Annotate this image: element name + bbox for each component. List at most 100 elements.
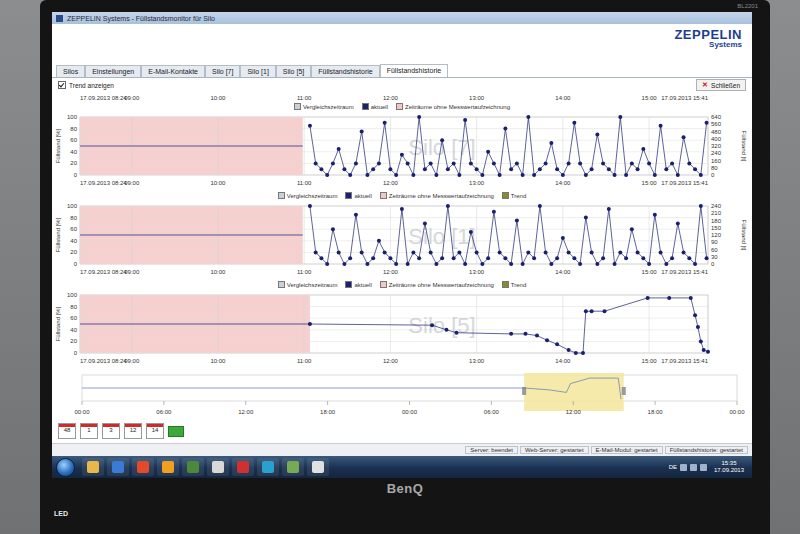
tab[interactable]: Silo [1] <box>240 65 275 77</box>
data-point[interactable] <box>446 204 450 208</box>
data-point[interactable] <box>659 250 663 254</box>
data-point[interactable] <box>561 236 565 240</box>
data-point[interactable] <box>538 204 542 208</box>
data-point[interactable] <box>446 167 450 171</box>
data-point[interactable] <box>509 167 513 171</box>
data-point[interactable] <box>584 216 588 220</box>
range-button[interactable]: 1 <box>80 423 98 439</box>
data-point[interactable] <box>545 338 549 342</box>
data-point[interactable] <box>348 173 352 177</box>
data-point[interactable] <box>457 250 461 254</box>
data-point[interactable] <box>411 173 415 177</box>
data-point[interactable] <box>670 256 674 260</box>
data-point[interactable] <box>515 161 519 165</box>
data-point[interactable] <box>331 161 335 165</box>
data-point[interactable] <box>430 323 434 327</box>
data-point[interactable] <box>469 161 473 165</box>
data-point[interactable] <box>503 127 507 131</box>
data-point[interactable] <box>526 250 530 254</box>
data-point[interactable] <box>388 167 392 171</box>
tray-icon[interactable] <box>690 464 697 471</box>
data-point[interactable] <box>354 161 358 165</box>
data-point[interactable] <box>463 262 467 266</box>
data-point[interactable] <box>618 250 622 254</box>
data-point[interactable] <box>371 167 375 171</box>
data-point[interactable] <box>492 161 496 165</box>
data-point[interactable] <box>440 138 444 142</box>
data-point[interactable] <box>498 250 502 254</box>
data-point[interactable] <box>314 161 318 165</box>
data-point[interactable] <box>342 262 346 266</box>
data-point[interactable] <box>434 262 438 266</box>
data-point[interactable] <box>590 250 594 254</box>
tab[interactable]: Silo [5] <box>276 65 311 77</box>
data-point[interactable] <box>705 256 709 260</box>
data-point[interactable] <box>400 153 404 157</box>
data-point[interactable] <box>383 250 387 254</box>
data-point[interactable] <box>423 167 427 171</box>
data-point[interactable] <box>693 262 697 266</box>
chart-plot[interactable]: Silo [5]020406080100Füllstand [%]17.09.2… <box>52 289 752 369</box>
taskbar-app-icon[interactable] <box>132 458 154 476</box>
data-point[interactable] <box>475 167 479 171</box>
data-point[interactable] <box>705 121 709 125</box>
trend-checkbox[interactable]: Trend anzeigen <box>58 81 114 89</box>
data-point[interactable] <box>590 167 594 171</box>
data-point[interactable] <box>475 250 479 254</box>
close-button[interactable]: ✕Schließen <box>696 79 746 91</box>
data-point[interactable] <box>653 213 657 217</box>
data-point[interactable] <box>457 173 461 177</box>
data-point[interactable] <box>314 250 318 254</box>
data-point[interactable] <box>429 250 433 254</box>
tab[interactable]: Füllstandshistorie <box>311 65 379 77</box>
data-point[interactable] <box>572 256 576 260</box>
start-button-icon[interactable] <box>56 458 75 477</box>
data-point[interactable] <box>687 161 691 165</box>
data-point[interactable] <box>630 227 634 231</box>
tray-icon[interactable] <box>680 464 687 471</box>
data-point[interactable] <box>693 313 697 317</box>
data-point[interactable] <box>406 161 410 165</box>
data-point[interactable] <box>521 262 525 266</box>
data-point[interactable] <box>659 124 663 128</box>
data-point[interactable] <box>624 173 628 177</box>
taskbar-app-icon[interactable] <box>307 458 329 476</box>
taskbar-app-icon[interactable] <box>157 458 179 476</box>
data-point[interactable] <box>682 250 686 254</box>
data-point[interactable] <box>354 213 358 217</box>
data-point[interactable] <box>463 118 467 122</box>
data-point[interactable] <box>523 332 527 336</box>
data-point[interactable] <box>486 150 490 154</box>
tab[interactable]: Einstellungen <box>85 65 141 77</box>
data-point[interactable] <box>618 115 622 119</box>
data-point[interactable] <box>696 325 700 329</box>
data-point[interactable] <box>319 256 323 260</box>
data-point[interactable] <box>337 250 341 254</box>
data-point[interactable] <box>636 250 640 254</box>
data-point[interactable] <box>429 161 433 165</box>
data-point[interactable] <box>544 250 548 254</box>
data-point[interactable] <box>581 351 585 355</box>
data-point[interactable] <box>434 173 438 177</box>
data-point[interactable] <box>549 141 553 145</box>
data-point[interactable] <box>549 262 553 266</box>
data-point[interactable] <box>699 173 703 177</box>
data-point[interactable] <box>388 256 392 260</box>
data-point[interactable] <box>325 262 329 266</box>
data-point[interactable] <box>667 296 671 300</box>
data-point[interactable] <box>646 296 650 300</box>
data-point[interactable] <box>469 230 473 234</box>
data-point[interactable] <box>526 115 530 119</box>
data-point[interactable] <box>452 256 456 260</box>
data-point[interactable] <box>308 124 312 128</box>
data-point[interactable] <box>699 339 703 343</box>
data-point[interactable] <box>574 351 578 355</box>
range-button[interactable]: 12 <box>124 423 142 439</box>
data-point[interactable] <box>406 262 410 266</box>
data-point[interactable] <box>308 322 312 326</box>
data-point[interactable] <box>452 161 456 165</box>
data-point[interactable] <box>555 342 559 346</box>
data-point[interactable] <box>331 227 335 231</box>
data-point[interactable] <box>689 296 693 300</box>
data-point[interactable] <box>664 262 668 266</box>
